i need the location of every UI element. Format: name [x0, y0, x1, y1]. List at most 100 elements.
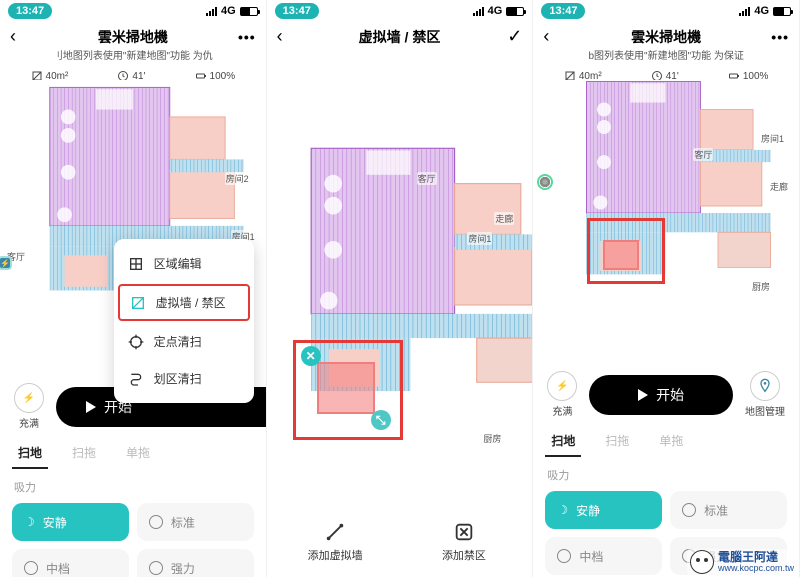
- watermark: 電腦王阿達 www.kocpc.com.tw: [687, 549, 797, 575]
- dock-button[interactable]: ⚡ 充满: [14, 383, 44, 430]
- page-title: 虚拟墙 / 禁区: [297, 27, 503, 47]
- wall-icon: [324, 521, 346, 543]
- watermark-brand: 電腦王阿達: [718, 551, 794, 564]
- menu-area-clean[interactable]: 划区清扫: [114, 360, 254, 397]
- suction-medium-label: 中档: [46, 560, 70, 577]
- lasso-icon: [128, 371, 144, 387]
- battery-icon: [773, 7, 791, 16]
- context-menu: 区域编辑 虚拟墙 / 禁区 定点清扫 划区清扫: [114, 239, 254, 403]
- suction-strong-label: 强力: [171, 560, 195, 577]
- tab-mop[interactable]: 单拖: [120, 440, 156, 469]
- plug-icon: ⚡: [547, 371, 577, 401]
- room-label-kitchen: 厨房: [482, 432, 502, 445]
- tab-sweepmop[interactable]: 扫拖: [599, 428, 635, 457]
- status-time: 13:47: [275, 3, 319, 19]
- menu-wall-nogo[interactable]: 虚拟墙 / 禁区: [118, 284, 250, 321]
- nogo-resize-handle[interactable]: ⤡: [371, 410, 391, 430]
- more-button[interactable]: •••: [769, 29, 789, 45]
- target-icon: [128, 334, 144, 350]
- fan-icon: [557, 549, 571, 563]
- suction-chips: ☽安静 标准 中档 强力: [0, 499, 266, 577]
- menu-spot-clean[interactable]: 定点清扫: [114, 323, 254, 360]
- confirm-button[interactable]: ✓: [502, 26, 522, 47]
- status-right: 4G: [473, 5, 525, 17]
- plug-icon: ⚡: [14, 383, 44, 413]
- start-button[interactable]: 开始: [589, 375, 733, 415]
- tab-sweep[interactable]: 扫地: [12, 440, 48, 469]
- wall-editor-actions: 添加虚拟墙 添加禁区: [267, 511, 533, 577]
- floor-map[interactable]: 房间1 走廊 厨房 客厅 ✕ ⤡: [267, 52, 533, 482]
- room-label-room2: 房间2: [225, 172, 250, 185]
- watermark-url: www.kocpc.com.tw: [718, 564, 794, 573]
- dock-button-label: 充满: [19, 415, 39, 430]
- suction-medium-label: 中档: [579, 548, 603, 565]
- suction-label: 吸力: [533, 463, 799, 487]
- nogo-icon: [453, 521, 475, 543]
- map-manage-label: 地图管理: [745, 403, 785, 418]
- suction-medium[interactable]: 中档: [545, 537, 662, 575]
- network-label: 4G: [754, 5, 769, 17]
- robot-marker: [537, 174, 553, 190]
- grid-icon: [128, 256, 144, 272]
- nogo-delete-handle[interactable]: ✕: [301, 346, 321, 366]
- menu-wall-nogo-label: 虚拟墙 / 禁区: [156, 294, 226, 311]
- battery-icon: [506, 7, 524, 16]
- start-button-label: 开始: [656, 385, 684, 405]
- room-label-room1: 房间1: [467, 232, 492, 245]
- suction-quiet[interactable]: ☽安静: [12, 503, 129, 541]
- add-nogo-label: 添加禁区: [442, 547, 486, 563]
- suction-label: 吸力: [0, 475, 266, 499]
- app-header: ‹ 虚拟墙 / 禁区 ✓: [267, 22, 533, 47]
- room-label-living: 客厅: [693, 148, 713, 161]
- suction-quiet[interactable]: ☽安静: [545, 491, 662, 529]
- page-subtitle: b图列表使用"新建地图"功能 为保证: [533, 47, 799, 66]
- dock-icon: [0, 256, 12, 270]
- network-label: 4G: [488, 5, 503, 17]
- room-label-kitchen: 厨房: [751, 280, 771, 293]
- menu-zone-edit[interactable]: 区域编辑: [114, 245, 254, 282]
- suction-strong[interactable]: 强力: [137, 549, 254, 577]
- room-label-living: 客厅: [417, 172, 437, 185]
- dock-button[interactable]: ⚡ 充满: [547, 371, 577, 418]
- more-button[interactable]: •••: [236, 29, 256, 45]
- signal-icon: [739, 7, 750, 16]
- status-bar: 13:47 4G: [533, 0, 799, 22]
- add-nogo-button[interactable]: 添加禁区: [404, 521, 525, 563]
- app-header: ‹ 雲米掃地機 •••: [0, 22, 266, 47]
- battery-icon: [240, 7, 258, 16]
- add-wall-button[interactable]: 添加虚拟墙: [275, 521, 396, 563]
- fan-icon: [682, 503, 696, 517]
- page-subtitle: 刂地图列表使用"新建地图"功能 为仇: [0, 47, 266, 66]
- tab-sweep[interactable]: 扫地: [545, 428, 581, 457]
- highlight-box: [587, 218, 665, 284]
- tab-sweepmop[interactable]: 扫拖: [66, 440, 102, 469]
- status-time: 13:47: [8, 3, 52, 19]
- back-button[interactable]: ‹: [277, 26, 297, 47]
- tab-mop[interactable]: 单拖: [653, 428, 689, 457]
- play-icon: [86, 401, 96, 413]
- back-button[interactable]: ‹: [543, 26, 563, 47]
- fan-icon: [149, 561, 163, 575]
- app-header: ‹ 雲米掃地機 •••: [533, 22, 799, 47]
- mode-tabs: 扫地 扫拖 单拖: [0, 438, 266, 475]
- moon-icon: ☽: [557, 503, 568, 517]
- add-wall-label: 添加虚拟墙: [308, 547, 363, 563]
- watermark-avatar-icon: [690, 550, 714, 574]
- back-button[interactable]: ‹: [10, 26, 30, 47]
- suction-standard[interactable]: 标准: [670, 491, 787, 529]
- status-time: 13:47: [541, 3, 585, 19]
- fan-icon: [24, 561, 38, 575]
- pin-icon: [750, 371, 780, 401]
- suction-standard-label: 标准: [704, 502, 728, 519]
- dock-button-label: 充满: [552, 403, 572, 418]
- suction-standard-label: 标准: [171, 514, 195, 531]
- signal-icon: [206, 7, 217, 16]
- floor-map[interactable]: 房间1 走廊 厨房 客厅: [533, 80, 799, 320]
- suction-medium[interactable]: 中档: [12, 549, 129, 577]
- status-right: 4G: [739, 5, 791, 17]
- room-label-corridor: 走廊: [494, 212, 514, 225]
- screen-wall-editor: 13:47 4G ‹ 虚拟墙 / 禁区 ✓ 房间1 走廊 厨房 客厅 ✕ ⤡ 添…: [267, 0, 534, 577]
- menu-zone-edit-label: 区域编辑: [154, 255, 202, 272]
- map-manage-button[interactable]: 地图管理: [745, 371, 785, 418]
- suction-standard[interactable]: 标准: [137, 503, 254, 541]
